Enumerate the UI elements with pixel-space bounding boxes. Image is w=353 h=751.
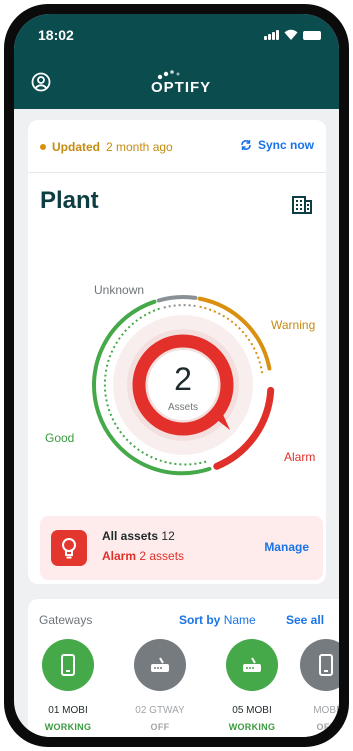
alarm-summary-card: All assets 12 Alarm 2 assets Manage: [40, 516, 323, 580]
gateway-name: 01 MOBI: [48, 705, 88, 716]
gateway-status-circle: [42, 639, 94, 691]
app-header: 18:02 OPTIFY: [14, 14, 339, 109]
alarm-count: 2 assets: [139, 549, 185, 563]
update-dot: [40, 144, 46, 150]
battery-icon: [303, 31, 321, 40]
sync-icon: [241, 140, 251, 150]
gateway-status-circle: [134, 639, 186, 691]
legend-alarm: Alarm: [284, 450, 316, 464]
phone-icon: [61, 654, 75, 676]
gateway-status-circle: [226, 639, 278, 691]
plant-card: Updated 2 month ago Sync now Plant Unkno…: [28, 120, 326, 584]
gateway-status: WORKING: [228, 722, 276, 732]
update-status: Updated 2 month ago: [40, 140, 173, 154]
gateway-status: WORKING: [44, 722, 92, 732]
router-icon: [243, 657, 261, 672]
alarm-icon-tile: [51, 530, 87, 566]
phone-icon: [319, 654, 333, 676]
alarm-assets-line: Alarm 2 assets: [102, 549, 184, 563]
app-logo: OPTIFY: [151, 68, 213, 98]
gateway-item[interactable]: 05 MOBI WORKING: [217, 639, 287, 732]
center-label: Assets: [167, 402, 198, 413]
lightbulb-icon: [62, 538, 76, 559]
updated-ago: 2 month ago: [106, 140, 173, 154]
all-assets-label: All assets: [102, 529, 159, 543]
unknown-arc: [156, 295, 198, 303]
gateway-status: OFF: [316, 722, 336, 732]
wifi-icon: [284, 29, 298, 40]
gateway-status: OFF: [150, 722, 170, 732]
gateway-name: MOBI: [313, 705, 339, 716]
all-assets-line: All assets 12: [102, 529, 175, 543]
sort-prefix: Sort by: [179, 613, 221, 627]
profile-icon[interactable]: [31, 72, 51, 92]
gateway-item[interactable]: 02 GTWAY OFF: [125, 639, 195, 732]
legend-good: Good: [45, 431, 75, 445]
app-screen: 18:02 OPTIFY Updated 2 month ago Sync no…: [14, 14, 339, 737]
gateway-status-circle: [300, 639, 339, 691]
gateway-item[interactable]: MOBI OFF: [291, 639, 339, 732]
phone-frame: 18:02 OPTIFY Updated 2 month ago Sync no…: [4, 4, 349, 747]
gateway-item[interactable]: 01 MOBI WORKING: [33, 639, 103, 732]
gateway-name: 02 GTWAY: [135, 705, 185, 716]
sync-label: Sync now: [257, 138, 314, 152]
status-time: 18:02: [38, 27, 74, 43]
alarm-label: Alarm: [102, 549, 137, 563]
sort-value: Name: [223, 613, 256, 627]
gateways-title: Gateways: [39, 613, 93, 627]
center-value: 2: [174, 361, 192, 397]
signal-icon: [264, 30, 279, 40]
unknown-dotted-arc: [163, 304, 196, 309]
divider: [28, 172, 326, 173]
building-icon[interactable]: [292, 194, 312, 214]
sort-button[interactable]: Sort by Name: [179, 613, 256, 627]
manage-button[interactable]: Manage: [264, 540, 309, 554]
sync-now-button[interactable]: Sync now: [240, 138, 314, 152]
all-assets-count: 12: [161, 529, 175, 543]
logo-text: OPTIFY: [151, 79, 212, 96]
status-icons: [264, 29, 321, 40]
updated-label: Updated: [52, 140, 100, 154]
page-title: Plant: [40, 187, 99, 214]
gateways-card: Gateways Sort by Name See all 01 MOBI WO…: [28, 599, 339, 737]
router-icon: [151, 657, 169, 672]
see-all-button[interactable]: See all: [286, 613, 324, 627]
gateway-name: 05 MOBI: [232, 705, 272, 716]
